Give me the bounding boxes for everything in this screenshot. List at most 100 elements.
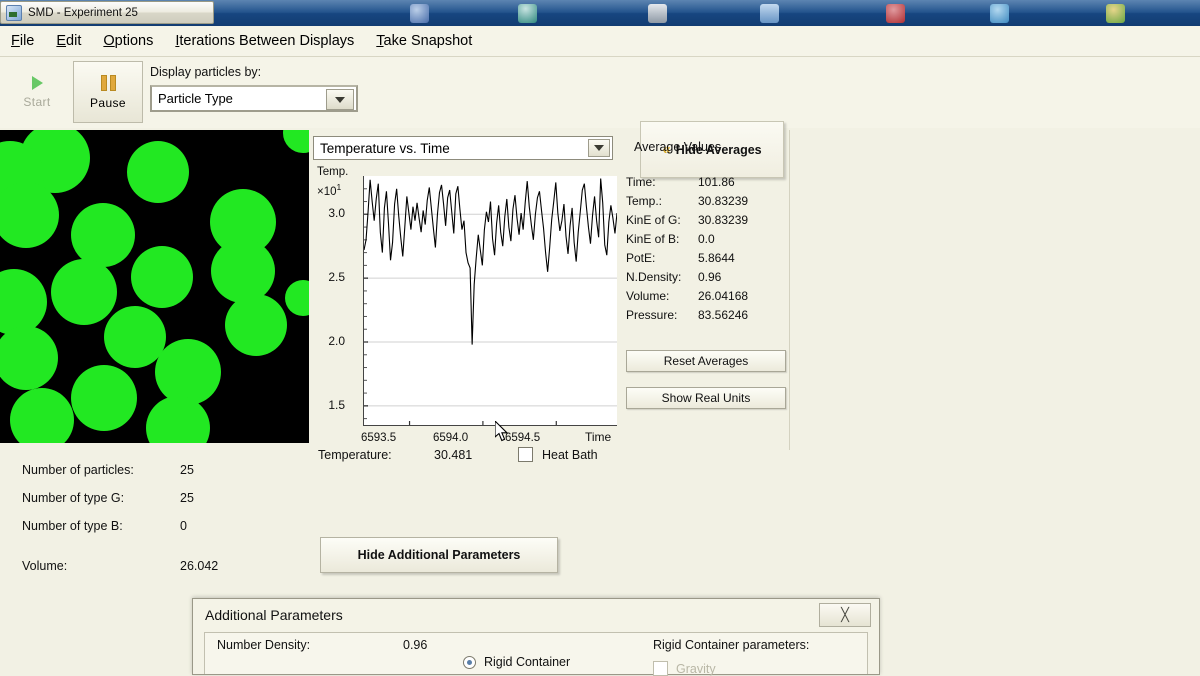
taskbar-window-button[interactable]: SMD - Experiment 25 [0, 1, 214, 24]
menu-bar: File Edit Options Iterations Between Dis… [0, 26, 1200, 57]
stat-key: Volume: [22, 559, 180, 573]
y-axis-label: Temp. [317, 166, 348, 178]
taskbar-app-icon-5[interactable] [886, 4, 905, 23]
taskbar-app-icon-6[interactable] [990, 4, 1009, 23]
start-button-label: Start [23, 95, 50, 109]
y-tick-label-1: 2.5 [319, 270, 345, 284]
heat-bath-checkbox[interactable] [518, 447, 533, 462]
average-value: 101.86 [698, 175, 735, 189]
y-tick-label-0: 3.0 [319, 206, 345, 220]
gravity-checkbox [653, 661, 668, 676]
menu-edit[interactable]: Edit [45, 31, 92, 51]
menu-edit-label: dit [66, 33, 81, 49]
chevron-down-icon[interactable] [326, 89, 354, 110]
average-key: Time: [626, 175, 698, 189]
y-axis-exponent-base: ×10 [317, 186, 337, 198]
pause-button[interactable]: Pause [73, 61, 143, 123]
x-tick-label-1: 6594.0 [433, 432, 468, 444]
stat-value: 26.042 [180, 559, 218, 573]
menu-options-mnemonic: O [103, 33, 114, 49]
menu-options[interactable]: Options [92, 31, 164, 51]
heat-bath-label: Heat Bath [542, 448, 598, 462]
average-row-temp: Temp.:30.83239 [626, 191, 796, 210]
particle [146, 396, 210, 443]
average-row-time: Time:101.86 [626, 172, 796, 191]
mouse-cursor [495, 421, 511, 443]
stat-value: 25 [180, 491, 194, 505]
number-density-value: 0.96 [403, 638, 427, 652]
display-particles-by-select[interactable]: Particle Type [150, 85, 358, 112]
average-row-pressure: Pressure:83.56246 [626, 305, 796, 324]
particle-simulation-view[interactable] [0, 130, 309, 443]
rigid-container-radio-row[interactable]: Rigid Container [463, 655, 570, 669]
start-button[interactable]: Start [2, 61, 72, 123]
average-key: PotE: [626, 251, 698, 265]
stat-key: Number of type B: [22, 519, 180, 533]
average-value: 83.56246 [698, 308, 748, 322]
number-density-label: Number Density: [217, 638, 310, 652]
rigid-container-radio[interactable] [463, 656, 476, 669]
hide-additional-parameters-button[interactable]: Hide Additional Parameters [320, 537, 558, 573]
statistics-panel: Number of particles:25 Number of type G:… [22, 456, 218, 580]
stat-row-volume: Volume:26.042 [22, 552, 218, 580]
menu-iterations-between-displays[interactable]: Iterations Between Displays [164, 31, 365, 51]
rigid-container-label: Rigid Container [484, 655, 570, 669]
particle [0, 182, 59, 248]
chart-type-select[interactable]: Temperature vs. Time [313, 136, 613, 160]
dialog-close-button[interactable]: ╳ [819, 603, 871, 627]
close-icon: ╳ [841, 607, 849, 623]
menu-snapshot-mnemonic: T [376, 33, 383, 49]
average-key: KinE of B: [626, 232, 698, 246]
taskbar-app-icon-7[interactable] [1106, 4, 1125, 23]
rigid-container-parameters-label: Rigid Container parameters: [653, 638, 809, 652]
average-values-panel: Average Values Time:101.86 Temp.:30.8323… [626, 140, 796, 409]
average-key: KinE of G: [626, 213, 698, 227]
average-row-pote: PotE:5.8644 [626, 248, 796, 267]
temperature-label: Temperature: [318, 448, 434, 462]
x-axis-label: Time [585, 430, 611, 444]
average-value: 30.83239 [698, 194, 748, 208]
particle [131, 246, 193, 308]
particle [51, 259, 117, 325]
x-tick-label-0: 6593.5 [361, 432, 396, 444]
toolbar: Start Pause Display particles by: Partic… [0, 57, 1200, 128]
menu-file[interactable]: File [0, 31, 45, 51]
stat-value: 25 [180, 463, 194, 477]
average-row-kine-g: KinE of G:30.83239 [626, 210, 796, 229]
average-value: 30.83239 [698, 213, 748, 227]
average-key: Volume: [626, 289, 698, 303]
particle [285, 280, 309, 316]
play-icon [32, 76, 43, 90]
plot-svg [364, 176, 617, 425]
average-value: 5.8644 [698, 251, 735, 265]
particle [71, 365, 137, 431]
chart-panel: Temperature vs. Time Temp. ×101 3.0 2.5 … [313, 136, 629, 446]
particle [71, 203, 135, 267]
pause-button-label: Pause [90, 96, 126, 110]
average-value: 26.04168 [698, 289, 748, 303]
taskbar-app-icon-3[interactable] [648, 4, 667, 23]
reset-averages-button[interactable]: Reset Averages [626, 350, 786, 372]
average-values-title: Average Values [634, 140, 796, 154]
chevron-down-icon[interactable] [588, 139, 610, 157]
average-row-ndensity: N.Density:0.96 [626, 267, 796, 286]
average-key: Pressure: [626, 308, 698, 322]
taskbar-app-icon-4[interactable] [760, 4, 779, 23]
show-real-units-button[interactable]: Show Real Units [626, 387, 786, 409]
stat-row-type-b: Number of type B:0 [22, 512, 218, 540]
menu-take-snapshot[interactable]: Take Snapshot [365, 31, 483, 51]
menu-snapshot-label: ake Snapshot [384, 33, 473, 49]
taskbar-app-icon-1[interactable] [410, 4, 429, 23]
app-icon [6, 5, 22, 21]
particle [10, 388, 74, 443]
windows-taskbar: SMD - Experiment 25 [0, 0, 1200, 26]
plot-area [363, 176, 617, 426]
taskbar-app-icon-2[interactable] [518, 4, 537, 23]
additional-parameters-dialog: Additional Parameters ╳ Number Density: … [192, 598, 880, 675]
particle [211, 239, 275, 303]
stat-value: 0 [180, 519, 187, 533]
menu-iterations-label: terations Between Displays [179, 33, 354, 49]
display-particles-by-group: Display particles by: Particle Type [150, 65, 360, 112]
gravity-label: Gravity [676, 662, 716, 676]
particle [127, 141, 189, 203]
